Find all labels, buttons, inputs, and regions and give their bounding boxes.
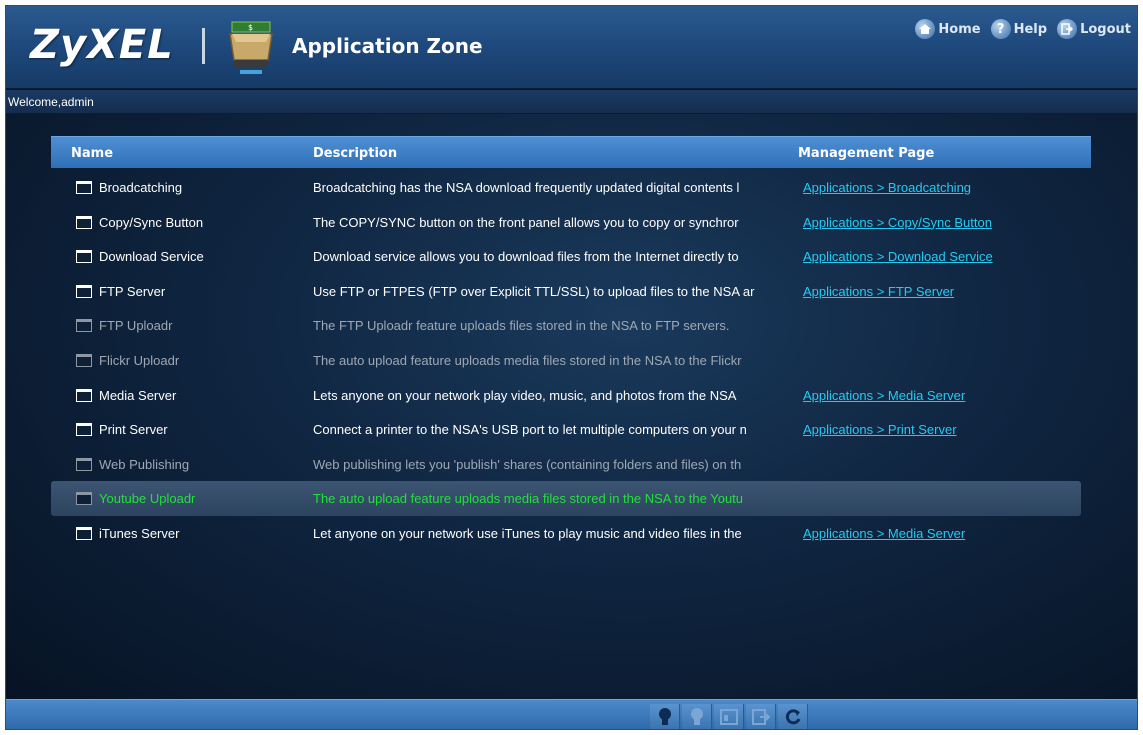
logo-divider [202, 28, 205, 64]
app-description: Lets anyone on your network play video, … [313, 387, 737, 403]
table-row[interactable]: Flickr Uploadr The auto upload feature up… [51, 343, 1081, 378]
application-list: Broadcatching Broadcatching has the NSA d… [51, 170, 1091, 551]
app-name: iTunes Server [99, 525, 180, 541]
header-bar: ZyXEL $ Application Zone Home ? Help Log… [6, 6, 1137, 89]
app-window-icon [76, 250, 92, 264]
app-description: Let anyone on your network use iTunes to… [313, 525, 742, 541]
app-window-icon [76, 319, 92, 333]
app-description: The FTP Uploadr feature uploads files st… [313, 318, 730, 334]
home-link-label: Home [938, 21, 981, 37]
svg-text:$: $ [248, 23, 253, 32]
logout-link-label: Logout [1080, 21, 1131, 37]
management-page-link[interactable]: Applications > Media Server [803, 526, 965, 541]
welcome-text: Welcome,admin [8, 95, 94, 109]
app-window-icon [76, 388, 92, 402]
table-row[interactable]: Web Publishing Web publishing lets you 'p… [51, 447, 1081, 482]
app-name: Youtube Uploadr [99, 491, 196, 507]
management-page-link[interactable]: Applications > Download Service [803, 249, 993, 264]
disable-icon [689, 707, 705, 727]
table-header: Name Description Management Page [51, 136, 1091, 168]
app-window-icon [76, 181, 92, 194]
table-row[interactable]: Youtube Uploadr The auto upload feature u… [51, 481, 1081, 516]
app-description: The auto upload feature uploads media fi… [313, 352, 742, 368]
export-icon [751, 709, 770, 725]
management-page-link[interactable]: Applications > Print Server [803, 422, 957, 437]
management-page-link[interactable]: Applications > Media Server [803, 388, 965, 403]
app-description: Web publishing lets you 'publish' shares… [313, 456, 742, 472]
app-name: FTP Uploadr [99, 318, 173, 334]
help-link-label: Help [1013, 21, 1048, 37]
table-row[interactable]: Download Service Download service allows … [51, 239, 1081, 274]
table-row[interactable]: Media Server Lets anyone on your network … [51, 378, 1081, 413]
app-name: Web Publishing [99, 456, 190, 472]
logout-icon [1057, 19, 1078, 39]
app-description: The COPY/SYNC button on the front panel … [313, 214, 739, 230]
app-description: Use FTP or FTPES (FTP over Explicit TTL/… [313, 283, 755, 299]
table-row[interactable]: FTP Server Use FTP or FTPES (FTP over Exp… [51, 274, 1081, 309]
app-window-icon [76, 457, 92, 471]
home-link[interactable]: Home [915, 19, 981, 39]
app-name: FTP Server [99, 283, 166, 299]
app-window-icon [76, 215, 92, 229]
app-name: Flickr Uploadr [99, 352, 180, 368]
app-description: The auto upload feature uploads media fi… [313, 491, 744, 507]
app-window-icon [76, 492, 92, 506]
app-window-icon [76, 526, 92, 540]
app-name: Media Server [99, 387, 177, 403]
export-button[interactable] [746, 704, 776, 729]
help-icon: ? [990, 19, 1011, 39]
enable-button[interactable] [650, 704, 680, 729]
refresh-icon [784, 708, 802, 726]
app-name: Copy/Sync Button [99, 214, 204, 230]
app-description: Connect a printer to the NSA's USB port … [313, 422, 747, 438]
table-row[interactable]: Broadcatching Broadcatching has the NSA d… [51, 170, 1081, 205]
zyxel-logo: ZyXEL [30, 22, 174, 68]
disable-button[interactable] [682, 704, 712, 729]
management-page-link[interactable]: Applications > FTP Server [803, 284, 954, 299]
column-header-management[interactable]: Management Page [798, 146, 934, 161]
logout-link[interactable]: Logout [1057, 19, 1131, 39]
table-row[interactable]: FTP Uploadr The FTP Uploadr feature uploa… [51, 308, 1081, 343]
app-window-icon [76, 423, 92, 437]
application-window: ZyXEL $ Application Zone Home ? Help Log… [5, 5, 1138, 730]
welcome-bar: Welcome,admin [6, 90, 1137, 114]
app-window-icon [76, 353, 92, 367]
help-link[interactable]: ? Help [990, 19, 1048, 39]
app-title: Application Zone [292, 34, 483, 58]
application-zone-icon: $ [226, 14, 276, 76]
footer-toolbar [6, 699, 1137, 729]
table-row[interactable]: iTunes Server Let anyone on your network … [51, 516, 1081, 551]
window-button[interactable] [714, 704, 744, 729]
app-description: Download service allows you to download … [313, 249, 739, 265]
top-links: Home ? Help Logout [915, 19, 1131, 39]
window-icon [719, 709, 738, 725]
management-page-link[interactable]: Applications > Copy/Sync Button [803, 215, 992, 230]
home-icon [915, 19, 936, 39]
refresh-button[interactable] [778, 704, 808, 729]
main-content: Name Description Management Page Broadca… [6, 114, 1137, 699]
app-name: Download Service [99, 249, 204, 265]
table-row[interactable]: Print Server Connect a printer to the NSA… [51, 412, 1081, 447]
app-window-icon [76, 284, 92, 298]
management-page-link[interactable]: Applications > Broadcatching [803, 180, 971, 195]
enable-icon [657, 707, 673, 727]
app-name: Print Server [99, 422, 168, 438]
footer-buttons [650, 704, 808, 729]
app-description: Broadcatching has the NSA download frequ… [313, 180, 740, 195]
column-header-description[interactable]: Description [313, 146, 397, 161]
table-row[interactable]: Copy/Sync Button The COPY/SYNC button on … [51, 205, 1081, 240]
app-name: Broadcatching [99, 180, 183, 195]
column-header-name[interactable]: Name [71, 146, 113, 161]
